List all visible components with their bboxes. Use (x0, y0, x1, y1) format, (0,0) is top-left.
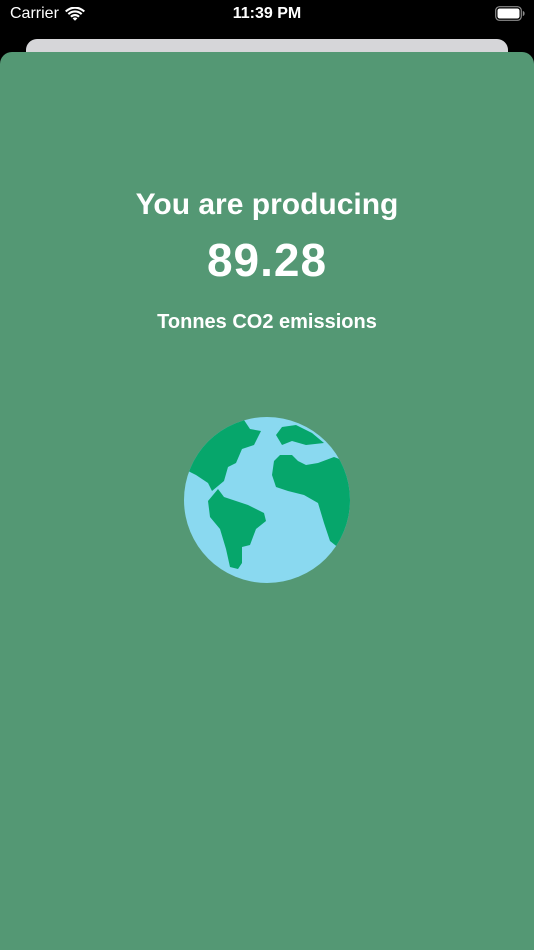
battery-icon (495, 6, 525, 21)
emissions-result-card[interactable]: You are producing 89.28 Tonnes CO2 emiss… (0, 52, 534, 950)
earth-globe-icon (184, 417, 350, 583)
result-headline: You are producing (135, 188, 399, 221)
emissions-value: 89.28 (206, 234, 328, 286)
status-bar: Carrier 11:39 PM (0, 0, 534, 32)
status-time: 11:39 PM (232, 5, 302, 22)
app-screen: Carrier 11:39 PM You are producing 89.28… (0, 0, 534, 950)
emissions-unit-label: Tonnes CO2 emissions (157, 311, 377, 333)
